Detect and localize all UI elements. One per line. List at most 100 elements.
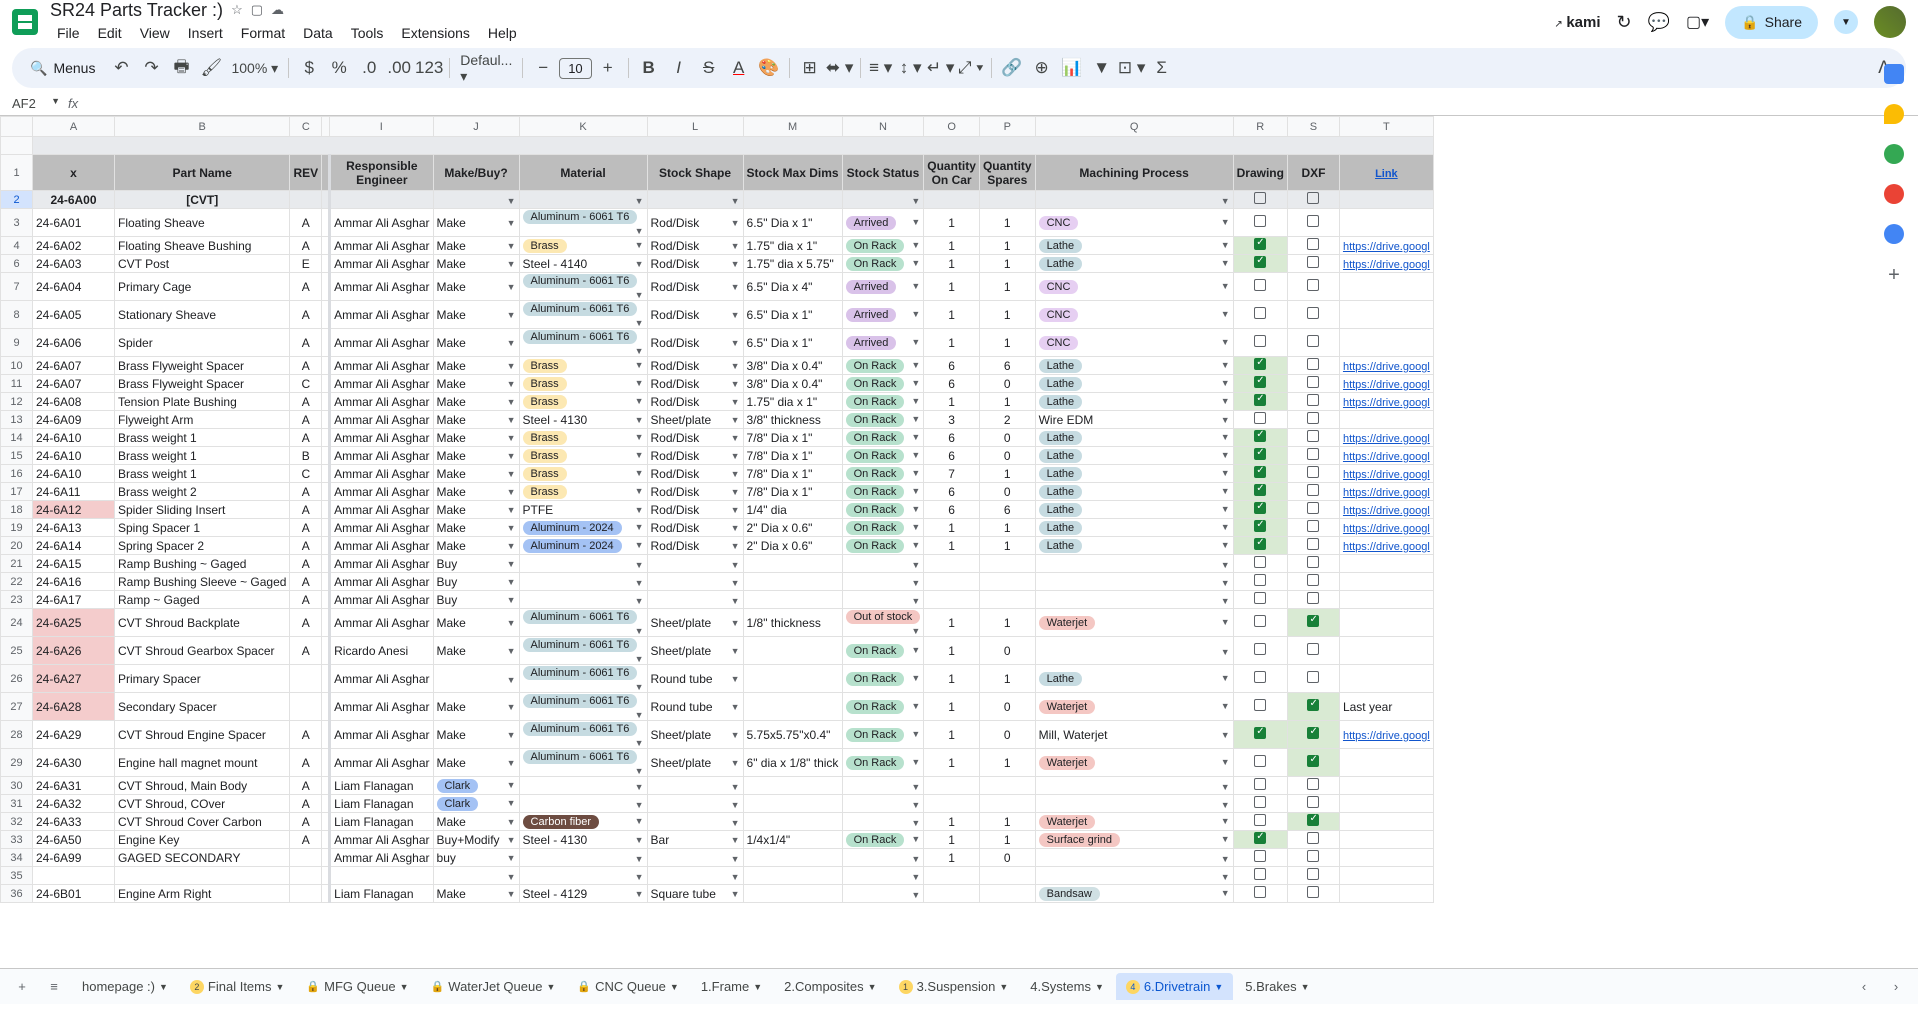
cell[interactable]: On Rack▼ [842,519,924,537]
cell[interactable]: A [290,795,322,813]
sheet-tab[interactable]: 5.Brakes▼ [1235,973,1319,1000]
cell[interactable]: A [290,831,322,849]
history-icon[interactable]: ↻ [1617,12,1632,33]
cell[interactable]: 1 [924,537,980,555]
cell[interactable]: Engine hall magnet mount [115,749,290,777]
cell[interactable]: 1.75" dia x 1" [743,237,842,255]
cell[interactable]: Steel - 4140▼ [519,255,647,273]
cell[interactable] [1339,209,1433,237]
cell[interactable]: Lathe▼ [1035,519,1233,537]
cell[interactable]: Ammar Ali Asghar [330,375,433,393]
checkbox-cell[interactable] [1233,465,1287,483]
cell[interactable]: 6 [924,375,980,393]
checkbox-cell[interactable] [1233,411,1287,429]
cell[interactable] [290,849,322,867]
cell[interactable] [33,867,115,885]
checkbox-cell[interactable] [1233,357,1287,375]
row-header[interactable]: 7 [1,273,33,301]
row-header[interactable]: 23 [1,591,33,609]
cell[interactable]: Brass▼ [519,375,647,393]
checkbox-cell[interactable] [1287,573,1339,591]
cell[interactable] [1339,831,1433,849]
bold-button[interactable]: B [635,54,663,82]
cell[interactable]: Make▼ [433,637,519,665]
row-header[interactable]: 14 [1,429,33,447]
chevron-down-icon[interactable]: ▼ [753,982,762,992]
cell[interactable]: 1 [924,749,980,777]
cell[interactable]: On Rack▼ [842,357,924,375]
cell[interactable]: Brass▼ [519,483,647,501]
cell[interactable] [1339,591,1433,609]
cell[interactable]: A [290,537,322,555]
cell[interactable]: Make▼ [433,465,519,483]
cell[interactable]: 1 [924,301,980,329]
cell[interactable]: Rod/Disk▼ [647,255,743,273]
cell[interactable]: CVT Shroud Cover Carbon [115,813,290,831]
cell[interactable]: 24-6A09 [33,411,115,429]
cell[interactable]: ▼ [519,573,647,591]
scroll-right-button[interactable]: › [1882,973,1910,1001]
checkbox-cell[interactable] [1287,465,1339,483]
sheet-tab[interactable]: 🔒MFG Queue▼ [296,973,418,1000]
cell[interactable]: 1/4x1/4" [743,831,842,849]
checkbox-cell[interactable] [1233,555,1287,573]
cell[interactable]: Make▼ [433,411,519,429]
cell[interactable]: A [290,357,322,375]
cell[interactable]: 6.5" Dia x 4" [743,273,842,301]
cell[interactable]: ▼ [433,867,519,885]
cell[interactable]: 24-6A26 [33,637,115,665]
cell[interactable]: ▼ [842,777,924,795]
redo-button[interactable]: ↷ [137,54,165,82]
font-size-input[interactable]: 10 [559,58,591,79]
cell[interactable]: Spider [115,329,290,357]
cell[interactable]: Make▼ [433,813,519,831]
cell[interactable]: Liam Flanagan [330,885,433,903]
cell[interactable]: Brass weight 2 [115,483,290,501]
cell[interactable]: Sheet/plate▼ [647,721,743,749]
cell[interactable]: Primary Cage [115,273,290,301]
sheets-logo-icon[interactable] [12,9,38,35]
cell[interactable]: Ammar Ali Asghar [330,693,433,721]
col-header[interactable]: N [842,117,924,137]
checkbox-cell[interactable] [1287,609,1339,637]
cell[interactable]: 24-6A04 [33,273,115,301]
cell[interactable]: Ammar Ali Asghar [330,849,433,867]
currency-button[interactable]: $ [295,54,323,82]
cell[interactable]: 24-6A13 [33,519,115,537]
cell[interactable]: https://drive.googl [1339,501,1433,519]
checkbox-cell[interactable] [1287,301,1339,329]
cell[interactable] [743,555,842,573]
cell[interactable]: Aluminum - 6061 T6▼ [519,273,647,301]
cell[interactable]: ▼ [647,573,743,591]
checkbox-cell[interactable] [1287,721,1339,749]
cell[interactable]: [CVT] [115,191,290,209]
cell[interactable]: ▼ [842,795,924,813]
cell[interactable]: 1.75" dia x 5.75" [743,255,842,273]
cell[interactable]: https://drive.googl [1339,721,1433,749]
row-header[interactable]: 26 [1,665,33,693]
cell[interactable]: 6.5" Dia x 1" [743,329,842,357]
cell[interactable]: Lathe▼ [1035,375,1233,393]
cell[interactable]: 1 [924,237,980,255]
cell[interactable]: Make▼ [433,375,519,393]
cell[interactable]: Steel - 4129▼ [519,885,647,903]
cell[interactable]: ▼ [1035,795,1233,813]
cell[interactable] [743,591,842,609]
cell[interactable]: ▼ [647,867,743,885]
cell[interactable]: Ramp ~ Gaged [115,591,290,609]
cell[interactable]: 24-6A10 [33,429,115,447]
tasks-icon[interactable] [1884,144,1904,164]
cell[interactable]: 24-6A15 [33,555,115,573]
meet-icon[interactable]: ▢▾ [1686,12,1709,32]
checkbox-cell[interactable] [1233,867,1287,885]
cell[interactable] [1339,637,1433,665]
cell[interactable]: Brass▼ [519,447,647,465]
print-button[interactable]: 🖶 [167,54,195,82]
checkbox-cell[interactable] [1287,237,1339,255]
cell[interactable]: 1 [924,813,980,831]
cell[interactable]: 24-6A16 [33,573,115,591]
cell[interactable]: CVT Shroud, Main Body [115,777,290,795]
cell[interactable]: Steel - 4130▼ [519,831,647,849]
checkbox-cell[interactable] [1233,849,1287,867]
account-avatar[interactable] [1874,6,1906,38]
